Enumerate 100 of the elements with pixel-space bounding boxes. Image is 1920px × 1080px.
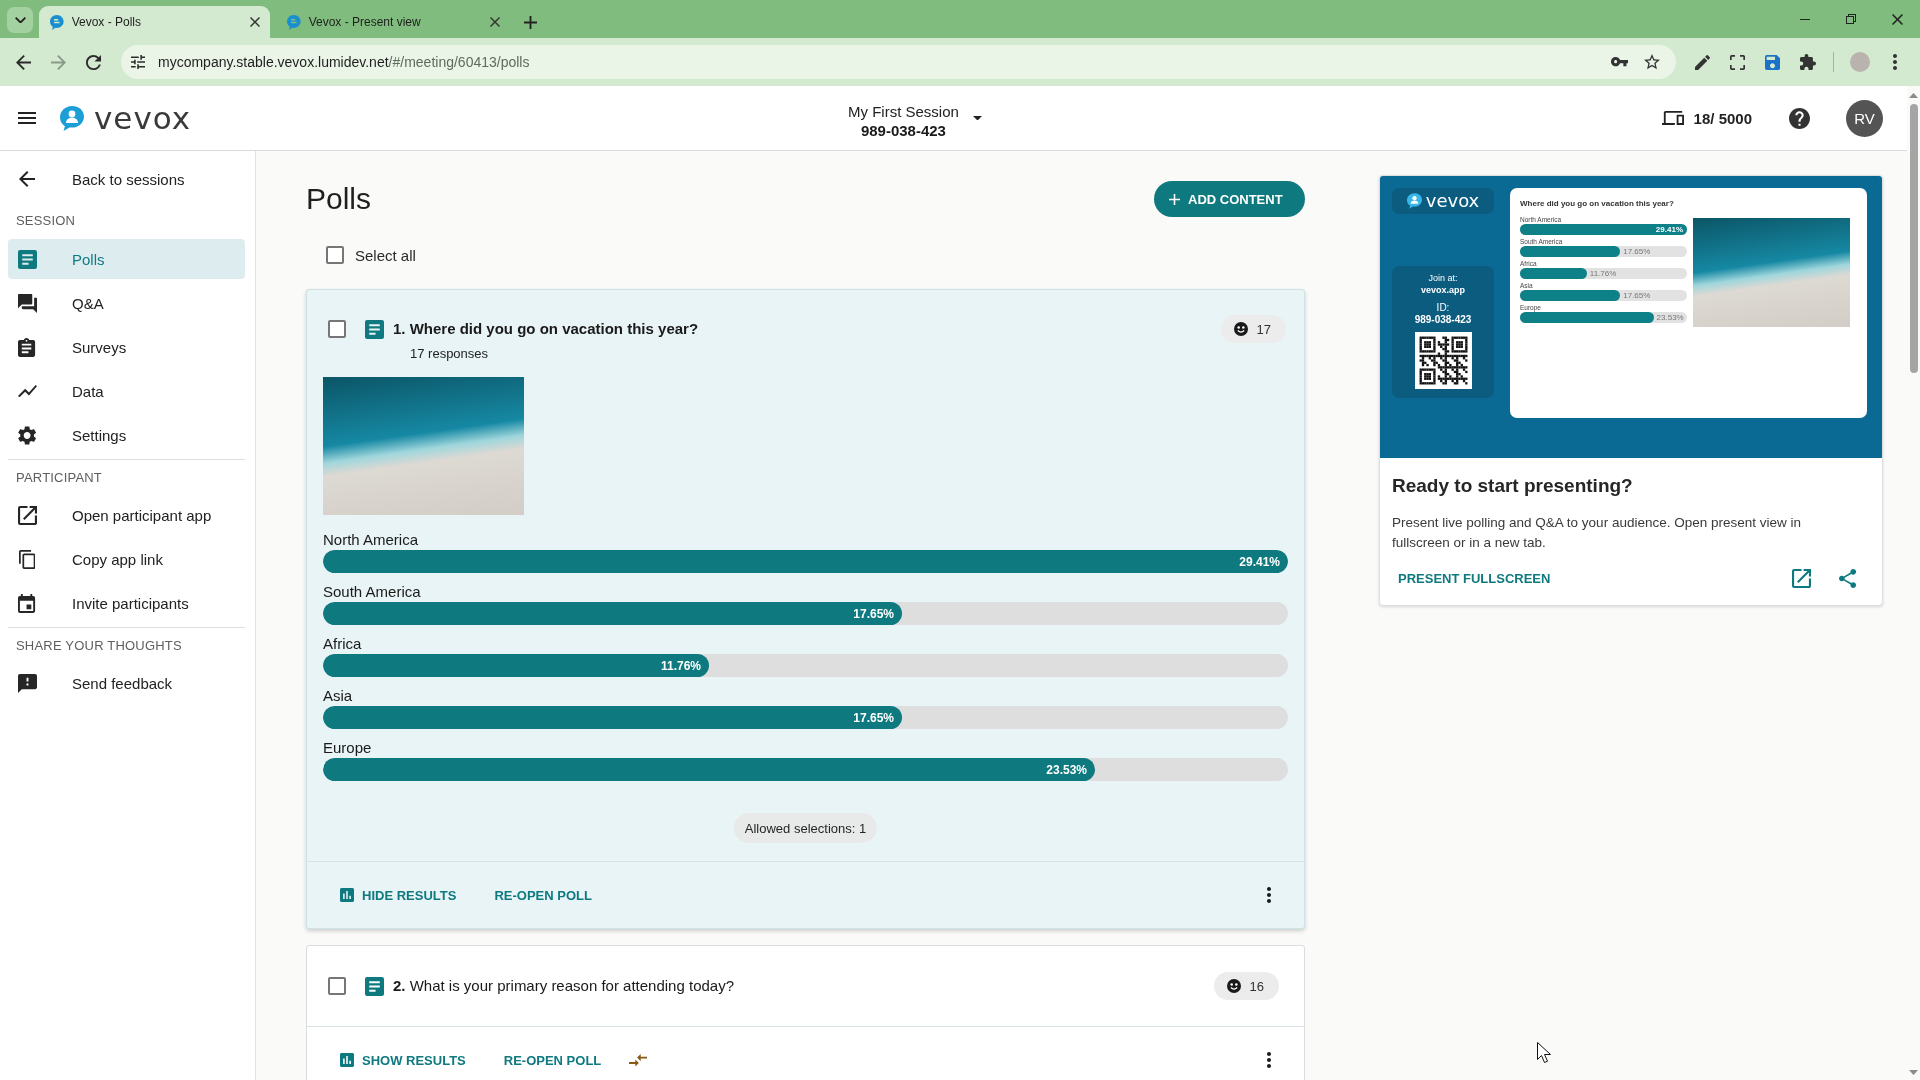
- option-label: Africa: [323, 635, 363, 653]
- id-label: ID:: [1436, 302, 1450, 314]
- star-icon[interactable]: [1644, 54, 1660, 70]
- chat-bubbles-icon: [17, 293, 37, 313]
- open-in-new-icon[interactable]: [1791, 568, 1811, 588]
- poll-question[interactable]: 1. Where did you go on vacation this year?: [393, 318, 699, 340]
- trend-line-icon: [17, 384, 37, 398]
- scroll-up-icon[interactable]: [1909, 93, 1918, 98]
- arrow-left-icon: [19, 171, 35, 187]
- nav-item[interactable]: Data: [8, 371, 245, 411]
- logo-text: vevox: [94, 102, 192, 134]
- more-icon[interactable]: [1892, 54, 1897, 70]
- section-heading: SHARE YOUR THOUGHTS: [15, 637, 183, 655]
- address-field[interactable]: mycompany.stable.vevox.lumidev.net/#/meeting/60413/polls: [121, 45, 1676, 79]
- back-link[interactable]: Back to sessions: [8, 157, 245, 201]
- notes-icon: [365, 976, 384, 996]
- menu-icon[interactable]: [18, 112, 36, 124]
- browser-tab[interactable]: Vevox - Present view: [273, 6, 510, 38]
- scrollbar-thumb[interactable]: [1909, 104, 1918, 373]
- bar-chart-icon: [340, 1053, 354, 1067]
- option-label: North America: [323, 531, 420, 549]
- tab-title: Vevox - Present view: [308, 15, 422, 29]
- minimize-icon[interactable]: [1800, 18, 1810, 20]
- nav-item[interactable]: Invite participants: [8, 583, 245, 623]
- nav-item[interactable]: Surveys: [8, 327, 245, 367]
- logo-icon: [60, 105, 84, 131]
- close-icon[interactable]: [490, 17, 500, 27]
- nav-item[interactable]: Send feedback: [8, 663, 245, 703]
- section-heading: SESSION: [15, 211, 77, 230]
- poll-checkbox[interactable]: [328, 320, 346, 338]
- poll-checkbox[interactable]: [328, 977, 346, 995]
- logo-text: vevox: [1425, 192, 1480, 210]
- more-icon[interactable]: [1267, 887, 1271, 903]
- qr-code: [1414, 332, 1472, 389]
- percent-label: 17.65%: [1623, 246, 1651, 257]
- restore-icon[interactable]: [1846, 14, 1856, 24]
- badge-count: 17: [1256, 321, 1271, 337]
- pen-icon[interactable]: [1695, 54, 1710, 70]
- results-toggle-button[interactable]: HIDE RESULTS: [340, 879, 457, 911]
- percent-label: 29.41%: [1655, 224, 1683, 235]
- help-icon[interactable]: [1789, 107, 1810, 129]
- percent-label: 17.65%: [853, 606, 894, 621]
- screenshot-icon[interactable]: [1730, 54, 1745, 70]
- nav-item[interactable]: Q&A: [8, 283, 245, 323]
- join-label: Join at:: [1428, 272, 1458, 284]
- chevron-icon: [14, 16, 26, 24]
- present-heading: Ready to start presenting?: [1392, 474, 1634, 498]
- nav-item[interactable]: Copy app link: [8, 539, 245, 579]
- percent-label: 23.53%: [1656, 312, 1684, 323]
- reopen-poll-button[interactable]: RE-OPEN POLL: [503, 1044, 602, 1076]
- compare-arrows-icon[interactable]: [629, 1053, 648, 1067]
- browser-tab[interactable]: Vevox - Polls: [39, 6, 270, 38]
- avatar[interactable]: RV: [1846, 99, 1883, 137]
- option-label: South America: [323, 583, 422, 601]
- mouse-cursor-icon: [1537, 1042, 1551, 1064]
- nav-item[interactable]: Settings: [8, 415, 245, 455]
- bar-chart-icon: [340, 888, 354, 902]
- reopen-poll-button[interactable]: RE-OPEN POLL: [494, 879, 592, 911]
- puzzle-icon[interactable]: [1799, 54, 1816, 70]
- scroll-down-icon[interactable]: [1909, 1070, 1918, 1075]
- notes-icon: [365, 320, 384, 339]
- nav-item[interactable]: Polls: [8, 239, 245, 279]
- smiley-icon: [1226, 979, 1241, 993]
- session-id: 989-038-423: [860, 120, 946, 140]
- allowed-selections-chip: Allowed selections: 1: [733, 813, 878, 843]
- copy-icon: [18, 549, 36, 569]
- session-title: My First Session: [848, 101, 959, 121]
- share-icon[interactable]: [1838, 568, 1856, 588]
- present-fullscreen-button[interactable]: PRESENT FULLSCREEN: [1398, 570, 1551, 586]
- add-content-button[interactable]: ADD CONTENT: [1154, 181, 1305, 217]
- favicon-icon: [287, 14, 301, 30]
- session-id: 989-038-423: [1414, 314, 1472, 326]
- key-icon[interactable]: [1611, 57, 1628, 67]
- notes-icon: [17, 249, 37, 269]
- percent-label: 17.65%: [1623, 290, 1651, 301]
- settings-icon: [17, 425, 37, 445]
- select-all-label: Select all: [355, 246, 416, 264]
- site-settings-icon[interactable]: [131, 55, 145, 69]
- poll-question[interactable]: 2. What is your primary reason for attending today?: [393, 975, 734, 997]
- close-icon[interactable]: [250, 17, 260, 27]
- calendar-icon: [18, 593, 36, 613]
- nav-item[interactable]: Open participant app: [8, 495, 245, 535]
- session-picker[interactable]: My First Session 989-038-423: [848, 96, 982, 140]
- select-all-checkbox[interactable]: [326, 246, 344, 264]
- reload-icon[interactable]: [86, 54, 101, 70]
- new-tab-plus-icon[interactable]: [524, 15, 537, 29]
- back-arrow-icon[interactable]: [16, 54, 31, 70]
- page-title: Polls: [306, 182, 372, 216]
- participant-count: 18/ 5000: [1693, 109, 1752, 127]
- open-in-new-icon: [17, 505, 37, 525]
- tab-title: Vevox - Polls: [71, 15, 142, 29]
- percent-label: 29.41%: [1239, 554, 1280, 569]
- logo-icon: [1406, 193, 1422, 209]
- percent-label: 11.76%: [660, 658, 701, 673]
- tab-list-button[interactable]: [7, 7, 33, 33]
- option-label: Europe: [323, 739, 373, 757]
- feedback-icon: [17, 673, 37, 693]
- close-icon[interactable]: [1891, 13, 1903, 25]
- results-toggle-button[interactable]: SHOW RESULTS: [340, 1044, 466, 1076]
- more-icon[interactable]: [1267, 1052, 1271, 1068]
